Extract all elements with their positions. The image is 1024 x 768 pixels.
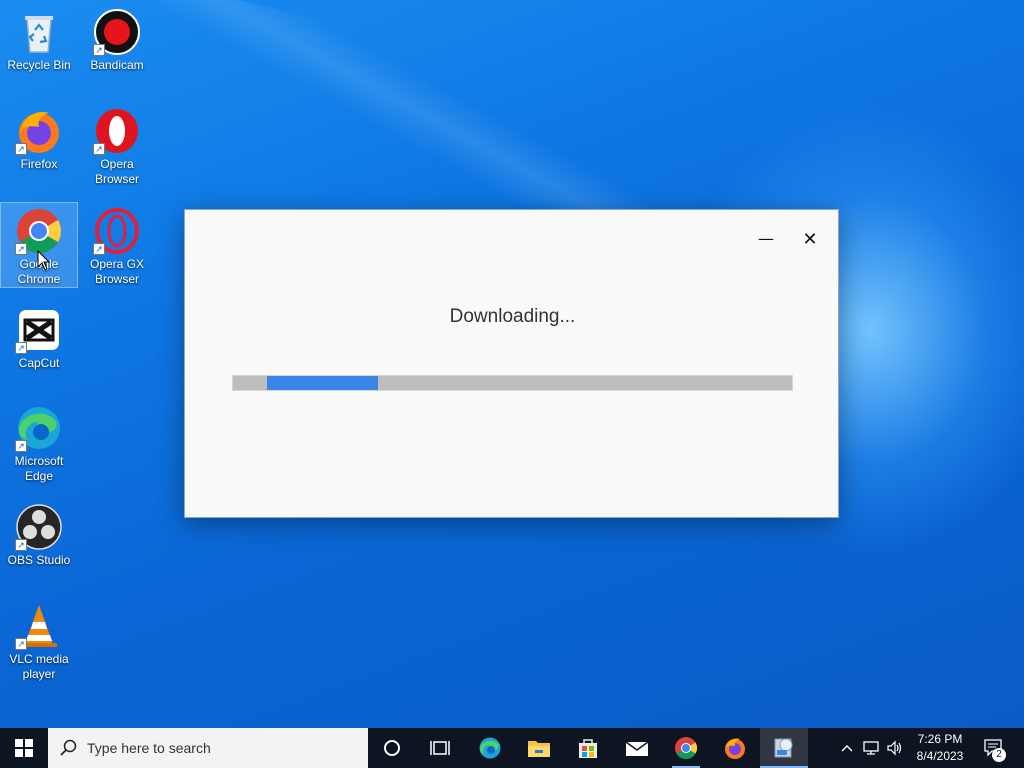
desktop-icon-label: OBS Studio [7, 553, 71, 567]
action-center-button[interactable]: 2 [978, 728, 1010, 768]
chrome-icon [675, 737, 697, 759]
shortcut-arrow-icon: ↗ [93, 143, 105, 155]
shortcut-arrow-icon: ↗ [15, 638, 27, 650]
desktop-icon-bandicam[interactable]: ↗ Bandicam [79, 4, 155, 73]
file-explorer-icon [528, 741, 550, 757]
desktop-icon-recycle-bin[interactable]: Recycle Bin [1, 4, 77, 73]
desktop-icon-label: Browser [94, 272, 139, 286]
store-icon [579, 739, 597, 758]
opera-icon: ↗ [93, 107, 141, 155]
cortana-button[interactable] [368, 728, 416, 768]
desktop-icon-label: Opera GX [89, 257, 145, 271]
shortcut-arrow-icon: ↗ [15, 440, 27, 452]
progress-fill [266, 376, 379, 390]
desktop-icon-label: Opera [100, 157, 134, 171]
desktop-icon-firefox[interactable]: ↗ Firefox [1, 103, 77, 172]
opera-gx-icon: ↗ [93, 207, 141, 255]
task-view-button[interactable] [416, 728, 464, 768]
desktop-icon-label: CapCut [18, 356, 60, 370]
desktop-icon-label: player [22, 667, 56, 681]
taskbar-edge[interactable] [466, 728, 514, 768]
desktop-icon-vlc[interactable]: ↗ VLC media player [1, 598, 77, 682]
desktop-icon-label: Edge [24, 469, 54, 483]
desktop-icon-capcut[interactable]: ↗ CapCut [1, 302, 77, 371]
desktop: Recycle Bin ↗ Bandicam ↗ Firefox ↗ Opera… [0, 0, 1024, 728]
recycle-bin-icon [15, 8, 63, 56]
taskbar-file-explorer[interactable] [515, 728, 563, 768]
search-icon [60, 739, 77, 756]
taskbar-mail[interactable] [613, 728, 661, 768]
taskbar-search-box[interactable]: Type here to search [48, 728, 368, 768]
mouse-cursor-icon [37, 250, 51, 271]
desktop-icon-label: Recycle Bin [7, 58, 71, 72]
volume-button[interactable] [884, 728, 906, 768]
bandicam-icon: ↗ [93, 8, 141, 56]
vlc-icon: ↗ [15, 602, 63, 650]
taskbar-clock[interactable]: 7:26 PM 8/4/2023 [905, 731, 975, 765]
start-button[interactable] [0, 728, 48, 768]
desktop-icon-chrome[interactable]: ↗ Google Chrome [0, 202, 78, 288]
taskbar: Type here to search 7:26 PM 8/4/2023 2 [0, 728, 1024, 768]
search-placeholder: Type here to search [87, 740, 211, 756]
installer-icon [774, 738, 793, 758]
clock-date: 8/4/2023 [916, 749, 964, 763]
taskbar-installer[interactable] [760, 728, 808, 768]
firefox-icon [725, 738, 745, 759]
capcut-icon: ↗ [15, 306, 63, 354]
desktop-icon-label: Microsoft [14, 454, 64, 468]
network-icon [863, 741, 879, 755]
desktop-icon-opera[interactable]: ↗ Opera Browser [79, 103, 155, 187]
shortcut-arrow-icon: ↗ [15, 243, 27, 255]
taskbar-chrome[interactable] [662, 728, 710, 768]
chrome-icon: ↗ [15, 207, 63, 255]
network-button[interactable] [860, 728, 882, 768]
minimize-button[interactable]: — [751, 228, 781, 252]
desktop-icon-edge[interactable]: ↗ Microsoft Edge [1, 400, 77, 484]
edge-icon [479, 737, 501, 759]
volume-icon [887, 740, 902, 756]
desktop-icon-obs[interactable]: ↗ OBS Studio [1, 499, 77, 568]
desktop-icon-label: VLC media [9, 652, 69, 666]
taskbar-firefox[interactable] [711, 728, 759, 768]
shortcut-arrow-icon: ↗ [15, 539, 27, 551]
desktop-icon-label: Chrome [17, 272, 61, 286]
desktop-icon-label: Browser [94, 172, 139, 186]
download-status-text: Downloading... [449, 306, 576, 327]
windows-logo-icon [15, 739, 33, 757]
desktop-icon-opera-gx[interactable]: ↗ Opera GX Browser [79, 203, 155, 287]
shortcut-arrow-icon: ↗ [15, 143, 27, 155]
download-dialog: — ✕ Downloading... [184, 209, 839, 518]
mail-icon [625, 741, 649, 756]
firefox-icon: ↗ [15, 107, 63, 155]
clock-time: 7:26 PM [917, 732, 963, 746]
close-button[interactable]: ✕ [795, 228, 825, 252]
notification-count-badge: 2 [992, 748, 1006, 762]
task-view-icon [430, 741, 450, 755]
desktop-icon-label: Bandicam [90, 58, 144, 72]
edge-icon: ↗ [15, 404, 63, 452]
download-progress-bar [232, 375, 793, 391]
show-hidden-icons-button[interactable] [836, 728, 858, 768]
shortcut-arrow-icon: ↗ [93, 44, 105, 56]
taskbar-store[interactable] [564, 728, 612, 768]
shortcut-arrow-icon: ↗ [15, 342, 27, 354]
chevron-up-icon [841, 745, 853, 752]
obs-icon: ↗ [15, 503, 63, 551]
desktop-icon-label: Firefox [20, 157, 58, 171]
cortana-icon [384, 740, 400, 756]
shortcut-arrow-icon: ↗ [93, 243, 105, 255]
